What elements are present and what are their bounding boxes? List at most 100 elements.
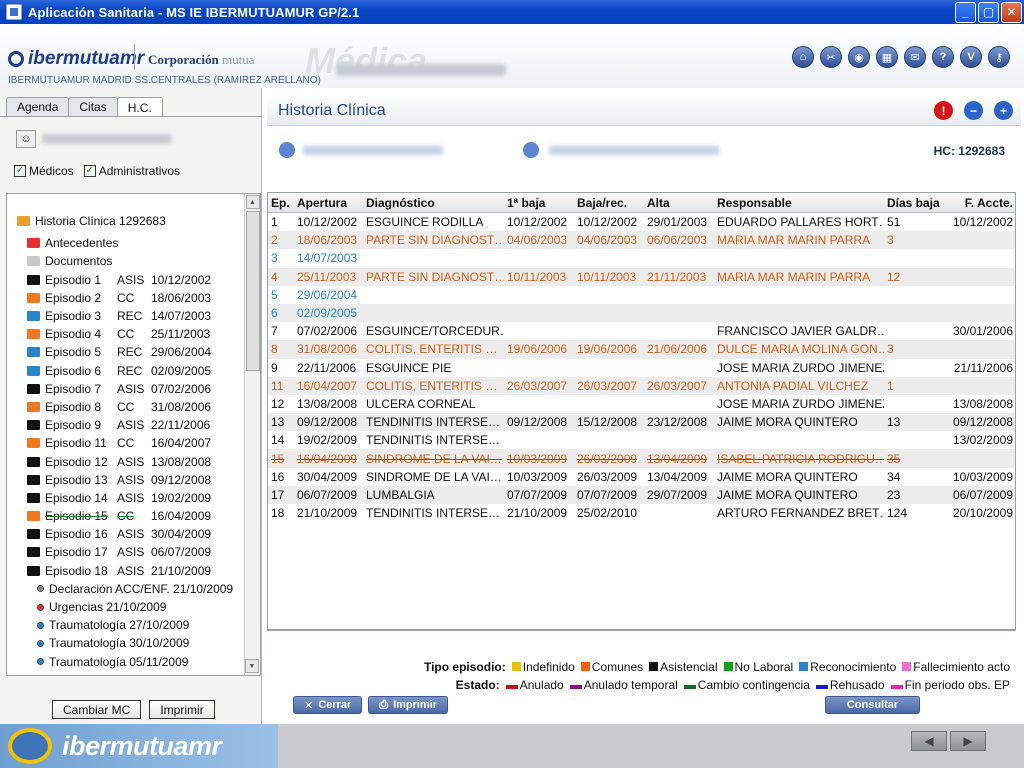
tree-item[interactable]: Episodio 18 ASIS 21/10/2009 (17, 562, 245, 580)
tree-item[interactable]: Episodio 3 REC 14/07/2003 (17, 307, 245, 325)
cell-dx: TENDINITIS INTERSE… (366, 433, 501, 448)
table-row[interactable]: 4 25/11/2003 PARTE SIN DIAGNOST… 10/11/2003… (268, 267, 1015, 286)
tree-label: Documentos (45, 254, 113, 269)
tree-item[interactable]: Episodio 5 REC 29/06/2004 (17, 343, 245, 361)
tools-icon[interactable]: ✂ (820, 46, 842, 68)
tree-item[interactable]: Episodio 11 CC 16/04/2007 (17, 434, 245, 452)
table-row[interactable]: 1 10/12/2002 ESGUINCE RODILLA 10/12/2002 10/… (268, 213, 1015, 231)
episode-date: 18/06/2003 (151, 290, 212, 305)
tree-item[interactable]: Episodio 4 CC 25/11/2003 (17, 325, 245, 343)
filter-médicos[interactable]: ✓ Médicos (14, 164, 74, 178)
tree-item[interactable]: Declaración ACC/ENF. 21/10/2009 (17, 580, 245, 598)
table-row[interactable]: 9 22/11/2006 ESGUINCE PIE JOSE MARIA ZURDO … (268, 359, 1015, 377)
tree-item[interactable]: Episodio 1 ASIS 10/12/2002 (17, 271, 245, 289)
column-header[interactable]: F. Accte. (944, 193, 1015, 212)
alert-icon[interactable]: ! (934, 101, 953, 120)
table-row[interactable]: 18 21/10/2009 TENDINITIS INTERSE… 21/10/200… (268, 504, 1015, 522)
table-row[interactable]: 5 29/06/2004 (268, 286, 1015, 304)
column-header[interactable]: Baja/rec. (574, 193, 644, 212)
folder-icon (27, 238, 40, 249)
table-row[interactable]: 16 30/04/2009 SINDROME DE LA VAI… 10/03/200… (268, 468, 1015, 486)
checkbox[interactable]: ✓ (83, 165, 96, 177)
episode-name: Episodio 2 (45, 290, 102, 305)
location-icon[interactable]: ◉ (848, 46, 870, 68)
calculator-icon[interactable]: ▦ (876, 46, 898, 68)
table-row[interactable]: 12 13/08/2008 ULCERA CORNEAL JOSE MARIA ZUR… (268, 395, 1015, 413)
tree-item[interactable]: Antecedentes (17, 234, 245, 252)
tree-item[interactable]: Episodio 6 REC 02/09/2005 (17, 362, 245, 380)
print-tree-button[interactable]: Imprimir (149, 700, 215, 719)
close-button[interactable]: ✕ Cerrar (293, 696, 363, 714)
table-row[interactable]: 2 18/06/2003 PARTE SIN DIAGNOST… 04/06/2003… (268, 231, 1015, 250)
close-window-button[interactable]: ✕ (1001, 1, 1022, 23)
change-mc-button[interactable]: Cambiar MC (52, 700, 142, 719)
tree-item[interactable]: Historia Clínica 1292683 (17, 212, 245, 230)
column-header[interactable]: Apertura (294, 193, 363, 212)
maximize-button[interactable]: ▢ (978, 1, 999, 23)
tab-hc[interactable]: H.C. (116, 97, 163, 117)
key-icon[interactable]: ⚷ (988, 46, 1010, 68)
tree-item[interactable]: Traumatología 30/10/2009 (17, 634, 245, 652)
table-row[interactable]: 7 07/02/2006 ESGUINCE/TORCEDUR… FRANCISCO J… (268, 322, 1015, 340)
tab-agenda[interactable]: Agenda (6, 97, 70, 116)
column-header[interactable]: Responsable (714, 193, 884, 212)
tree-item[interactable]: Episodio 7 ASIS 07/02/2006 (17, 380, 245, 398)
column-header[interactable]: Alta (644, 193, 714, 212)
tree-item[interactable]: Episodio 17 ASIS 06/07/2009 (17, 543, 245, 561)
episode-name: Episodio 3 (45, 309, 102, 324)
checkbox[interactable]: ✓ (14, 165, 26, 177)
tree-item[interactable]: Documentos (17, 252, 245, 270)
tree-item[interactable]: Episodio 15 CC 16/04/2009 (17, 507, 245, 525)
column-header[interactable]: 1ª baja (504, 193, 574, 212)
tree-item[interactable]: Episodio 14 ASIS 19/02/2009 (17, 489, 245, 507)
tree-item[interactable]: Episodio 9 ASIS 22/11/2006 (17, 416, 245, 434)
tab-citas[interactable]: Citas (68, 97, 118, 116)
tree-item[interactable]: Urgencias 21/10/2009 (17, 598, 245, 616)
tree-item[interactable]: Traumatología 05/11/2009 (17, 653, 245, 671)
tree-item[interactable]: Episodio 12 ASIS 13/08/2008 (17, 452, 245, 470)
tree-item[interactable]: Traumatología 27/10/2009 (17, 616, 245, 634)
prev-arrow-icon[interactable]: ◀ (911, 731, 947, 751)
left-tabs: Agenda Citas H.C. (6, 97, 163, 117)
tree-item[interactable]: Episodio 8 CC 31/08/2006 (17, 398, 245, 416)
next-arrow-icon[interactable]: ▶ (950, 731, 986, 751)
consult-button[interactable]: Consultar (825, 696, 920, 714)
cell-fa: 20/10/2009 (952, 506, 1013, 521)
cell-br: 07/07/2009 (577, 487, 638, 502)
tree-label: Traumatología 05/11/2009 (49, 654, 189, 669)
table-row[interactable]: 17 06/07/2009 LUMBALGIA 07/07/2009 07/07/200… (268, 485, 1015, 504)
episode-type: ASIS (117, 490, 145, 505)
legend-divider (267, 630, 1016, 631)
table-row[interactable]: 14 19/02/2009 TENDINITIS INTERSE… 13/02/200… (268, 431, 1015, 449)
episode-folder-icon (27, 383, 40, 394)
scroll-down-icon[interactable]: ▼ (245, 659, 259, 673)
filter-administrativos[interactable]: ✓ Administrativos (83, 164, 180, 178)
table-row[interactable]: 13 09/12/2008 TENDINITIS INTERSE… 09/12/200… (268, 413, 1015, 432)
tree-item[interactable]: Episodio 16 ASIS 30/04/2009 (17, 525, 245, 543)
table-row[interactable]: 8 31/08/2006 COLITIS, ENTERITIS … 19/06/200… (268, 340, 1015, 359)
scroll-up-icon[interactable]: ▲ (245, 195, 260, 209)
minus-icon[interactable]: − (964, 101, 983, 120)
legend-swatch (511, 662, 521, 671)
help-icon[interactable]: ? (932, 46, 954, 68)
table-row[interactable]: 6 02/09/2005 (268, 303, 1015, 323)
add-icon[interactable]: + (994, 101, 1013, 120)
mail-icon[interactable]: ✉ (904, 46, 926, 68)
user-icon[interactable]: V (960, 46, 982, 68)
table-row[interactable]: 15 16/04/2009 SINDROME DE LA VAI… 10/03/200… (268, 449, 1015, 468)
tree-item[interactable]: Episodio 13 ASIS 09/12/2008 (17, 471, 245, 489)
scroll-thumb[interactable] (245, 211, 260, 371)
legend-title: Tipo episodio: (423, 660, 506, 674)
column-header[interactable]: Días baja (884, 193, 944, 212)
tree-item[interactable]: Episodio 2 CC 18/06/2003 (17, 289, 245, 307)
column-header[interactable]: Ep. (268, 193, 294, 212)
table-row[interactable]: 3 14/07/2003 (268, 249, 1015, 267)
episode-type: CC (117, 327, 135, 342)
table-row[interactable]: 11 16/04/2007 COLITIS, ENTERITIS … 26/03/20… (268, 376, 1015, 395)
column-header[interactable]: Diagnóstico (363, 193, 504, 212)
tree-scrollbar[interactable]: ▲ ▼ (244, 194, 260, 675)
home-icon[interactable]: ⌂ (792, 46, 814, 68)
legend-swatch (580, 662, 590, 671)
minimize-button[interactable]: _ (955, 1, 976, 23)
print-button[interactable]: ⎙ Imprimir (368, 696, 449, 714)
